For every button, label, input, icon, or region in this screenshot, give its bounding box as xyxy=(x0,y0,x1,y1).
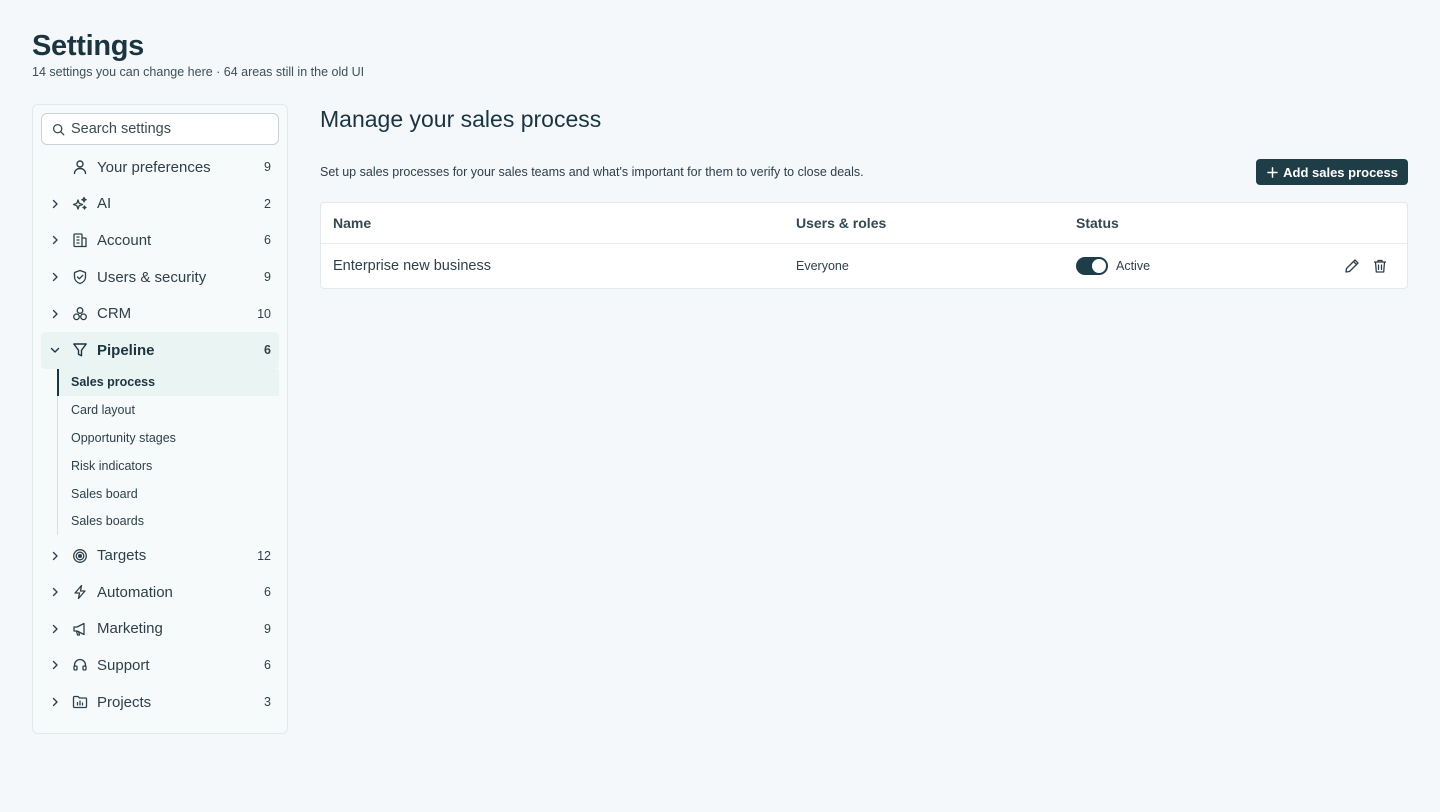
shield-check-icon xyxy=(73,269,87,285)
page-title: Settings xyxy=(32,30,144,62)
search-icon xyxy=(52,123,65,135)
column-header-users-roles[interactable]: Users & roles xyxy=(796,215,1076,231)
user-icon xyxy=(73,160,87,175)
subnav-item-card-layout[interactable]: Card layout xyxy=(58,396,279,424)
sidebar-item-label: Users & security xyxy=(97,268,207,286)
megaphone-icon xyxy=(73,622,85,636)
row-status: Active xyxy=(1076,257,1326,275)
chevron-right-icon xyxy=(52,199,58,209)
lightning-icon xyxy=(74,585,86,600)
section-title: Manage your sales process xyxy=(320,106,602,132)
pipeline-subnav: Sales process Card layout Opportunity st… xyxy=(57,368,279,536)
sidebar-item-label: Account xyxy=(97,231,152,249)
row-name: Enterprise new business xyxy=(333,258,491,274)
page-header: Settings 14 settings you can change here… xyxy=(32,28,364,79)
sidebar-item-marketing[interactable]: Marketing 9 xyxy=(41,611,279,648)
trash-icon xyxy=(1374,259,1386,273)
search-box xyxy=(41,113,279,145)
status-label: Active xyxy=(1116,259,1151,273)
sidebar-item-label: Targets xyxy=(97,547,147,565)
sidebar-item-count: 6 xyxy=(264,658,271,673)
sparkles-icon xyxy=(72,196,87,210)
sidebar-item-label: CRM xyxy=(97,305,132,323)
add-sales-process-label: Add sales process xyxy=(1283,164,1398,180)
sidebar-item-projects[interactable]: Projects 3 xyxy=(41,684,279,721)
chevron-right-icon xyxy=(52,551,58,560)
add-sales-process-button[interactable]: Add sales process xyxy=(1256,159,1408,185)
search-input[interactable] xyxy=(71,121,271,137)
column-header-status[interactable]: Status xyxy=(1076,215,1326,231)
table-row[interactable]: Enterprise new business Everyone Active xyxy=(321,244,1407,288)
sidebar-item-label: Your preferences xyxy=(97,158,211,176)
sidebar-item-ai[interactable]: AI 2 xyxy=(41,186,279,223)
chevron-right-icon xyxy=(52,309,58,318)
subnav-item-risk-indicators[interactable]: Risk indicators xyxy=(58,452,279,480)
boxes-icon xyxy=(73,306,87,320)
sidebar-item-label: Automation xyxy=(97,583,173,601)
sidebar-item-automation[interactable]: Automation 6 xyxy=(41,574,279,611)
sidebar-item-label: AI xyxy=(97,195,112,213)
sidebar-item-count: 10 xyxy=(257,306,271,321)
plus-icon xyxy=(1267,166,1278,178)
sidebar-item-count: 9 xyxy=(264,621,271,636)
subnav-item-sales-board[interactable]: Sales board xyxy=(58,480,279,508)
section-description: Set up sales processes for your sales te… xyxy=(320,165,864,179)
sidebar-item-label: Support xyxy=(97,656,150,674)
sidebar-item-support[interactable]: Support 6 xyxy=(41,647,279,684)
delete-button[interactable] xyxy=(1371,257,1389,275)
sidebar-item-label: Projects xyxy=(97,693,152,711)
sidebar-item-count: 3 xyxy=(264,695,271,710)
column-header-name[interactable]: Name xyxy=(333,215,796,231)
subnav-item-sales-boards[interactable]: Sales boards xyxy=(58,508,279,536)
funnel-icon xyxy=(73,343,87,357)
subnav-item-opportunity-stages[interactable]: Opportunity stages xyxy=(58,424,279,452)
sidebar-item-label: Pipeline xyxy=(97,341,155,359)
sidebar-item-users-security[interactable]: Users & security 9 xyxy=(41,259,279,296)
chevron-right-icon xyxy=(52,697,58,707)
chevron-right-icon xyxy=(52,624,58,634)
sidebar-item-count: 12 xyxy=(257,548,271,563)
sidebar-item-pipeline[interactable]: Pipeline 6 xyxy=(41,331,279,369)
sidebar-item-your-preferences[interactable]: Your preferences 9 xyxy=(41,149,279,186)
sales-process-table: Name Users & roles Status Enterprise new… xyxy=(320,202,1408,289)
sidebar-item-count: 6 xyxy=(264,585,271,600)
building-icon xyxy=(73,233,87,248)
chevron-right-icon xyxy=(52,236,58,245)
sidebar-item-account[interactable]: Account 6 xyxy=(41,222,279,259)
chevron-down-icon xyxy=(50,348,60,353)
section-toolbar: Set up sales processes for your sales te… xyxy=(320,159,1408,185)
target-icon xyxy=(73,548,87,563)
settings-nav-lower: Targets 12 Automation 6 Marketing 9 Supp… xyxy=(41,537,279,720)
table-header: Name Users & roles Status xyxy=(321,203,1407,244)
main-content: Manage your sales process Set up sales p… xyxy=(320,104,1408,289)
sidebar-item-count: 6 xyxy=(264,343,271,358)
headset-icon xyxy=(73,659,87,672)
page-subtitle: 14 settings you can change here · 64 are… xyxy=(32,65,365,79)
chevron-right-icon xyxy=(52,661,58,670)
sidebar-item-count: 9 xyxy=(264,270,271,285)
folder-chart-icon xyxy=(72,695,88,709)
status-toggle[interactable] xyxy=(1076,257,1108,275)
chevron-right-icon xyxy=(52,272,58,282)
settings-nav: Your preferences 9 AI 2 Account 6 Users … xyxy=(41,149,279,369)
sidebar-item-count: 2 xyxy=(264,196,271,211)
edit-button[interactable] xyxy=(1343,257,1361,275)
pencil-icon xyxy=(1345,259,1359,273)
row-users-roles: Everyone xyxy=(796,259,849,273)
sidebar-item-label: Marketing xyxy=(97,620,163,638)
sidebar-item-targets[interactable]: Targets 12 xyxy=(41,537,279,574)
row-actions xyxy=(1326,257,1407,275)
chevron-right-icon xyxy=(52,588,58,597)
settings-sidebar: Your preferences 9 AI 2 Account 6 Users … xyxy=(32,104,288,734)
sidebar-item-count: 9 xyxy=(264,160,271,175)
subnav-item-sales-process[interactable]: Sales process xyxy=(57,368,279,397)
sidebar-item-count: 6 xyxy=(264,233,271,248)
sidebar-item-crm[interactable]: CRM 10 xyxy=(41,295,279,332)
